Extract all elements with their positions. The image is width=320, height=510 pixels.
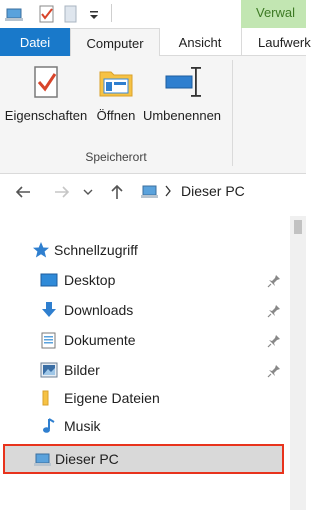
breadcrumb-chevron-icon[interactable] (164, 184, 172, 203)
nav-label: Musik (64, 418, 101, 434)
nav-item-desktop[interactable]: Desktop (38, 268, 288, 292)
rename-button[interactable]: Umbenennen (142, 62, 222, 142)
ribbon-panel: Eigenschaften Öffnen Umbenennen Speicher… (0, 56, 306, 174)
pin-icon[interactable] (267, 334, 281, 348)
toolbar-separator (111, 4, 112, 22)
pin-icon[interactable] (267, 304, 281, 318)
customize-qat-icon[interactable] (88, 5, 100, 23)
nav-label: Schnellzugriff (54, 242, 138, 258)
properties-icon (26, 62, 66, 102)
properties-label: Eigenschaften (4, 108, 88, 123)
properties-button[interactable]: Eigenschaften (4, 62, 88, 142)
ribbon-tabs: Datei Computer Ansicht Laufwerk (0, 28, 311, 57)
tab-laufwerk[interactable]: Laufwerk (241, 28, 311, 56)
breadcrumb-current[interactable]: Dieser PC (181, 183, 245, 199)
group-separator (232, 60, 233, 166)
nav-label: Downloads (64, 302, 134, 318)
address-row: Dieser PC (0, 174, 306, 210)
scrollbar-thumb[interactable] (294, 220, 302, 234)
nav-quick-access[interactable]: Schnellzugriff (30, 238, 280, 262)
forward-icon[interactable] (52, 182, 72, 202)
tab-ansicht[interactable]: Ansicht (160, 28, 240, 56)
this-pc-icon[interactable] (4, 5, 26, 23)
new-folder-icon[interactable] (64, 5, 78, 23)
pin-icon[interactable] (267, 364, 281, 378)
nav-item-bilder[interactable]: Bilder (38, 358, 288, 382)
history-dropdown-icon[interactable] (82, 182, 94, 202)
nav-label: Eigene Dateien (64, 390, 160, 406)
pictures-icon (40, 361, 58, 379)
desktop-icon (40, 271, 58, 289)
star-icon (32, 241, 50, 259)
nav-item-dokumente[interactable]: Dokumente (38, 328, 288, 352)
open-label: Öffnen (96, 108, 136, 123)
up-icon[interactable] (107, 182, 127, 202)
quick-access-toolbar: Verwal (0, 0, 306, 28)
nav-label: Bilder (64, 362, 100, 378)
this-pc-icon (33, 451, 53, 474)
music-note-icon (40, 417, 58, 435)
properties-icon[interactable] (38, 5, 56, 23)
tab-datei[interactable]: Datei (0, 28, 70, 56)
nav-label: Dieser PC (55, 451, 119, 467)
tab-verwalten[interactable]: Verwal (241, 0, 306, 28)
nav-label: Desktop (64, 272, 116, 288)
nav-item-eigene-dateien[interactable]: Eigene Dateien (38, 386, 288, 410)
open-button[interactable]: Öffnen (94, 62, 138, 142)
rename-label: Umbenennen (142, 108, 222, 123)
nav-label: Dokumente (64, 332, 136, 348)
open-icon (96, 62, 136, 102)
documents-icon (40, 331, 58, 349)
download-arrow-icon (40, 301, 58, 319)
group-label-location: Speicherort (85, 150, 147, 164)
nav-item-this-pc[interactable]: Dieser PC (3, 444, 284, 474)
navigation-pane: Schnellzugriff Desktop Downloads Dokumen… (0, 210, 306, 510)
pin-icon[interactable] (267, 274, 281, 288)
nav-item-downloads[interactable]: Downloads (38, 298, 288, 322)
folder-icon (40, 389, 58, 407)
scrollbar[interactable] (290, 216, 306, 510)
back-icon[interactable] (13, 182, 33, 202)
nav-item-musik[interactable]: Musik (38, 414, 288, 438)
this-pc-icon (140, 183, 160, 206)
context-tab-label: Verwal (256, 5, 296, 20)
tab-computer[interactable]: Computer (70, 28, 160, 57)
address-bar[interactable]: Dieser PC (134, 178, 306, 206)
rename-icon (162, 62, 202, 102)
